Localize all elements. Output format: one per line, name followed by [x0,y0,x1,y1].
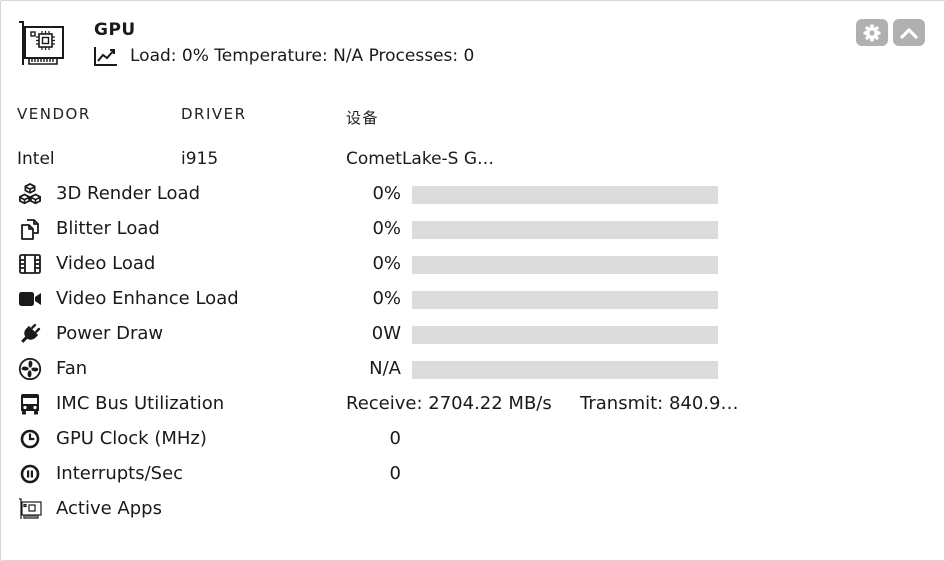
panel-summary: Load: 0% Temperature: N/A Processes: 0 [130,46,475,66]
row-value: 0% [372,183,401,204]
vendor-column-header: VENDOR [17,105,91,123]
pause-circle-icon [18,462,42,486]
row-value: N/A [369,358,401,379]
gpu-card-icon [17,19,67,69]
row-label: IMC Bus Utilization [56,393,225,414]
row-value: 0% [372,288,401,309]
receive-value: Receive: 2704.22 MB/s [346,393,552,414]
bus-icon [18,392,42,416]
row-label: Blitter Load [56,218,160,239]
video-camera-icon [18,287,42,311]
collapse-button[interactable] [893,19,925,46]
progress-bar [412,291,718,309]
progress-bar [412,361,718,379]
line-chart-icon [94,47,117,66]
row-label: Interrupts/Sec [56,463,184,484]
row-label: Power Draw [56,323,164,344]
row-label: Video Enhance Load [56,288,239,309]
chevron-up-icon [900,27,918,39]
transmit-value: Transmit: 840.9… [580,393,739,414]
row-label: GPU Clock (MHz) [56,428,207,449]
cubes-icon [18,182,42,206]
row-value: 0 [389,428,401,449]
panel-subtitle: Load: 0% Temperature: N/A Processes: 0 [94,46,474,66]
device-value: CometLake-S G… [346,149,495,169]
progress-bar [412,186,718,204]
progress-bar [412,221,718,239]
row-label: 3D Render Load [56,183,201,204]
row-value: 0% [372,253,401,274]
row-value: 0 [389,463,401,484]
progress-bar [412,256,718,274]
plug-icon [18,322,42,346]
row-label: Active Apps [56,498,162,519]
gear-icon [863,24,881,41]
row-label: Video Load [56,253,156,274]
row-value: 0% [372,218,401,239]
gpu-panel: GPU Load: 0% Temperature: N/A Processes:… [0,0,945,561]
row-label: Fan [56,358,88,379]
clone-icon [18,217,42,241]
clock-icon [18,427,42,451]
gpu-card-icon [18,497,42,521]
driver-value: i915 [181,149,219,169]
film-icon [18,252,42,276]
device-column-header: 设备 [346,109,380,127]
panel-title: GPU [94,20,136,40]
driver-column-header: DRIVER [181,105,247,123]
fan-icon [18,357,42,381]
row-value: 0W [371,323,401,344]
vendor-value: Intel [17,149,55,169]
settings-button[interactable] [856,19,888,46]
progress-bar [412,326,718,344]
